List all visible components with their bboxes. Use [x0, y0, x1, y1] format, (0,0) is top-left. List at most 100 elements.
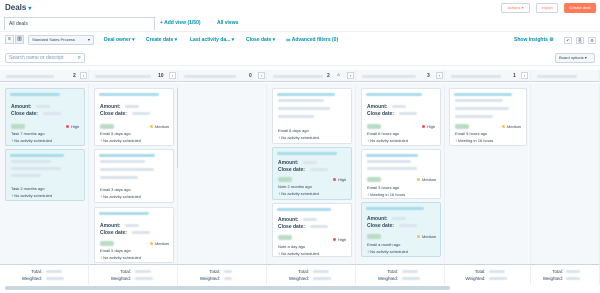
- deal-count: 10: [158, 73, 164, 79]
- board-options-select[interactable]: Board options ▾: [555, 53, 595, 63]
- deal-name-line: [455, 99, 503, 102]
- deal-count: 1: [513, 73, 516, 79]
- deal-name: [366, 93, 422, 96]
- all-views-link[interactable]: All views: [217, 20, 238, 26]
- column-totals: Total: Weighted:: [356, 264, 445, 285]
- last-activity-label: Last activity da...: [190, 37, 231, 43]
- close-date-label: Close date:: [367, 111, 394, 117]
- total-value: [223, 270, 232, 273]
- deal-card[interactable]: Amount: Close date: High Task 7 months a…: [5, 88, 85, 146]
- deal-name-line: [11, 160, 51, 163]
- create-deal-button[interactable]: Create deal: [564, 3, 596, 13]
- deal-count: 2: [327, 73, 330, 79]
- stage-header[interactable]: 2 ‹: [0, 70, 89, 82]
- priority-label: Medium: [155, 241, 170, 246]
- board-options-label: Board options: [559, 55, 584, 60]
- column-totals: Total: Weighted:: [89, 264, 178, 285]
- undo-icon[interactable]: ↶: [564, 37, 572, 44]
- deal-card[interactable]: Amount: Close date: Medium Email a month…: [361, 202, 441, 257]
- deal-name: [10, 93, 60, 96]
- deal-card[interactable]: Email 3 days ago ↑ No activity scheduled: [94, 149, 174, 203]
- show-insights-toggle[interactable]: Show Insights ⚙: [514, 37, 554, 43]
- collapse-icon[interactable]: ‹: [80, 72, 87, 79]
- board-view-icon[interactable]: ▥: [15, 35, 24, 44]
- deal-card[interactable]: Email 6 days ago ↑ No activity scheduled: [272, 88, 352, 144]
- search-input[interactable]: Search name or descript ⌕: [5, 53, 85, 63]
- last-activity-filter[interactable]: Last activity da... ▾: [190, 37, 234, 43]
- next-activity-text: No activity scheduled: [14, 193, 52, 198]
- amount-value: [392, 217, 406, 220]
- priority-badge: High: [66, 124, 79, 129]
- owner-avatar: [367, 124, 381, 129]
- close-date-label: Close date:: [11, 111, 38, 117]
- collapse-icon[interactable]: ‹: [258, 72, 265, 79]
- copy-icon[interactable]: ⎘: [576, 37, 584, 44]
- deal-detail: [278, 107, 330, 110]
- weighted-value: [401, 277, 420, 280]
- deal-detail: [11, 174, 41, 177]
- deal-card[interactable]: Amount: Close date: Medium Email 5 days …: [94, 207, 174, 263]
- actions-button[interactable]: Actions ▾: [501, 3, 530, 13]
- owner-avatar: [100, 241, 114, 246]
- next-activity-text: No activity scheduled: [14, 138, 52, 143]
- deal-name: [366, 154, 418, 157]
- deal-card[interactable]: Amount: Close date: High Email 6 hours a…: [361, 88, 441, 146]
- deal-owner-filter[interactable]: Deal owner ▾: [104, 37, 135, 43]
- stage-column: [531, 83, 600, 264]
- next-activity-text: No activity scheduled: [281, 251, 319, 256]
- total-value: [401, 270, 418, 273]
- deal-detail: [367, 167, 417, 170]
- priority-dot-icon: [66, 125, 69, 129]
- deal-card[interactable]: Medium Email 5 hours ago ↑ Meeting in 16…: [449, 88, 527, 146]
- last-activity: Task 2 months ago: [11, 186, 45, 191]
- stage-header[interactable]: 10 ‹: [89, 70, 178, 82]
- priority-label: High: [338, 177, 347, 182]
- chevron-down-icon: ▾: [87, 37, 90, 42]
- page-title[interactable]: Deals ▾: [5, 3, 31, 12]
- filter-bar: ≡ ▥ Standard Sales Process ▾ Deal owner ▾…: [0, 33, 600, 49]
- weighted-value: [134, 277, 153, 280]
- create-date-filter[interactable]: Create date ▾: [146, 37, 177, 43]
- weighted-label: Weighted:: [110, 276, 131, 281]
- last-activity: Note 2 months ago: [278, 184, 312, 189]
- stage-header[interactable]: 1 ‹: [445, 70, 531, 82]
- stage-header[interactable]: 3 ‹: [356, 70, 445, 82]
- deal-card[interactable]: Medium Email 3 hours ago ↑ Meeting in 16…: [361, 149, 441, 199]
- stage-header[interactable]: 2 ⚠ ‹: [267, 70, 356, 82]
- close-date-label: Close date:: [100, 230, 127, 236]
- collapse-icon[interactable]: ‹: [347, 72, 354, 79]
- deal-detail: [455, 115, 493, 118]
- import-button[interactable]: Import: [536, 3, 558, 13]
- stage-header[interactable]: 0 ‹: [178, 70, 267, 82]
- deal-detail: [100, 176, 138, 179]
- amount-label: Amount:: [11, 104, 32, 110]
- deal-card[interactable]: Amount: Close date: Medium Email 5 days …: [94, 88, 174, 146]
- total-label: Total:: [31, 269, 42, 274]
- close-date-filter[interactable]: Close date ▾: [246, 37, 275, 43]
- collapse-icon[interactable]: ‹: [169, 72, 176, 79]
- deal-card[interactable]: Amount: Close date: High Note 2 months a…: [272, 147, 352, 200]
- list-view-icon[interactable]: ≡: [5, 35, 14, 44]
- priority-label: Medium: [422, 177, 437, 182]
- horizontal-scrollbar[interactable]: [5, 286, 450, 290]
- advanced-filters-button[interactable]: ⚌ Advanced filters (0): [286, 37, 338, 43]
- gear-icon: ⚙: [549, 37, 554, 43]
- collapse-icon[interactable]: ‹: [436, 72, 443, 79]
- collapse-icon[interactable]: ‹: [521, 72, 528, 79]
- stage-header[interactable]: [531, 70, 600, 82]
- tab-all-deals[interactable]: All deals: [4, 17, 155, 30]
- close-date-label: Close date: [246, 37, 272, 43]
- amount-value: [125, 105, 139, 108]
- top-bar: Deals ▾ Actions ▾ Import Create deal: [0, 0, 600, 17]
- add-view-link[interactable]: + Add view (1/50): [160, 20, 201, 26]
- stage-column: Amount: Close date: High Task 7 months a…: [0, 83, 89, 264]
- search-row: Search name or descript ⌕ Board options ▾: [0, 50, 600, 66]
- priority-label: Medium: [422, 234, 437, 239]
- settings-icon[interactable]: ⚙: [588, 37, 596, 44]
- deal-owner-label: Deal owner: [104, 37, 131, 43]
- pipeline-select[interactable]: Standard Sales Process ▾: [28, 35, 94, 45]
- deal-card[interactable]: Task 2 months ago ↑ No activity schedule…: [5, 149, 85, 201]
- deal-detail: [11, 167, 61, 170]
- deal-card[interactable]: Amount: Close date: High Note a day ago …: [272, 203, 352, 257]
- total-label: Total:: [552, 269, 563, 274]
